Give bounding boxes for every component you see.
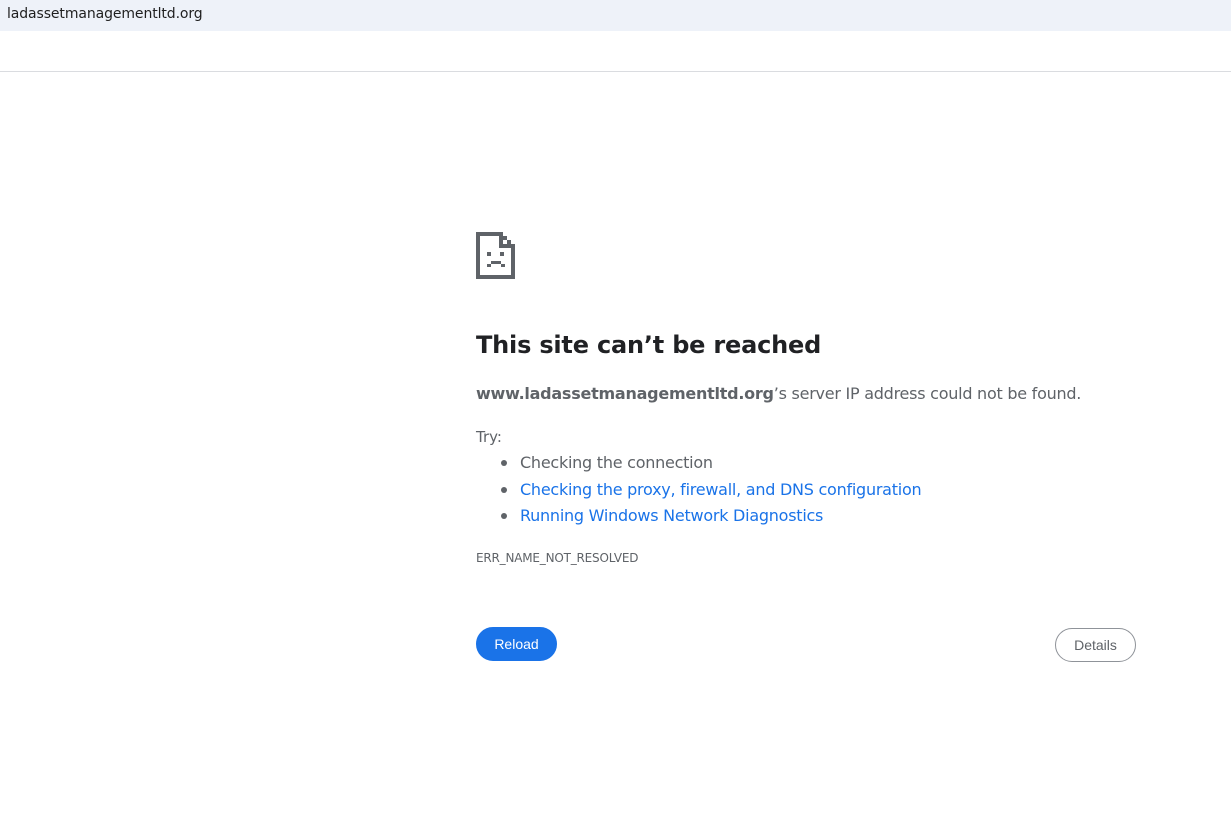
toolbar-strip	[0, 31, 1231, 72]
bullet-icon	[501, 460, 507, 466]
suggestion-list: Checking the connection Checking the pro…	[476, 452, 922, 532]
error-code: ERR_NAME_NOT_RESOLVED	[476, 551, 639, 565]
network-diagnostics-link[interactable]: Running Windows Network Diagnostics	[520, 506, 823, 525]
suggestion-item: Running Windows Network Diagnostics	[476, 505, 921, 532]
reload-button[interactable]: Reload	[476, 627, 557, 661]
error-summary-text: ’s server IP address could not be found.	[773, 384, 1082, 403]
bullet-icon	[501, 486, 507, 493]
proxy-firewall-dns-link[interactable]: Checking the proxy, firewall, and DNS co…	[520, 480, 922, 499]
suggestion-item: Checking the connection	[476, 452, 921, 479]
address-bar[interactable]: ladassetmanagementltd.org	[0, 0, 1231, 31]
error-domain: www.ladassetmanagementltd.org	[476, 384, 774, 403]
bullet-icon	[501, 513, 507, 519]
try-label: Try:	[476, 428, 502, 446]
page-title: This site can’t be reached	[476, 331, 822, 359]
suggestion-item: Checking the proxy, firewall, and DNS co…	[476, 479, 922, 506]
error-summary: www.ladassetmanagementltd.org’s server I…	[476, 384, 1081, 403]
address-bar-url[interactable]: ladassetmanagementltd.org	[7, 6, 203, 22]
suggestion-check-connection: Checking the connection	[520, 453, 713, 472]
sad-page-icon	[476, 232, 516, 280]
details-button[interactable]: Details	[1055, 628, 1136, 662]
